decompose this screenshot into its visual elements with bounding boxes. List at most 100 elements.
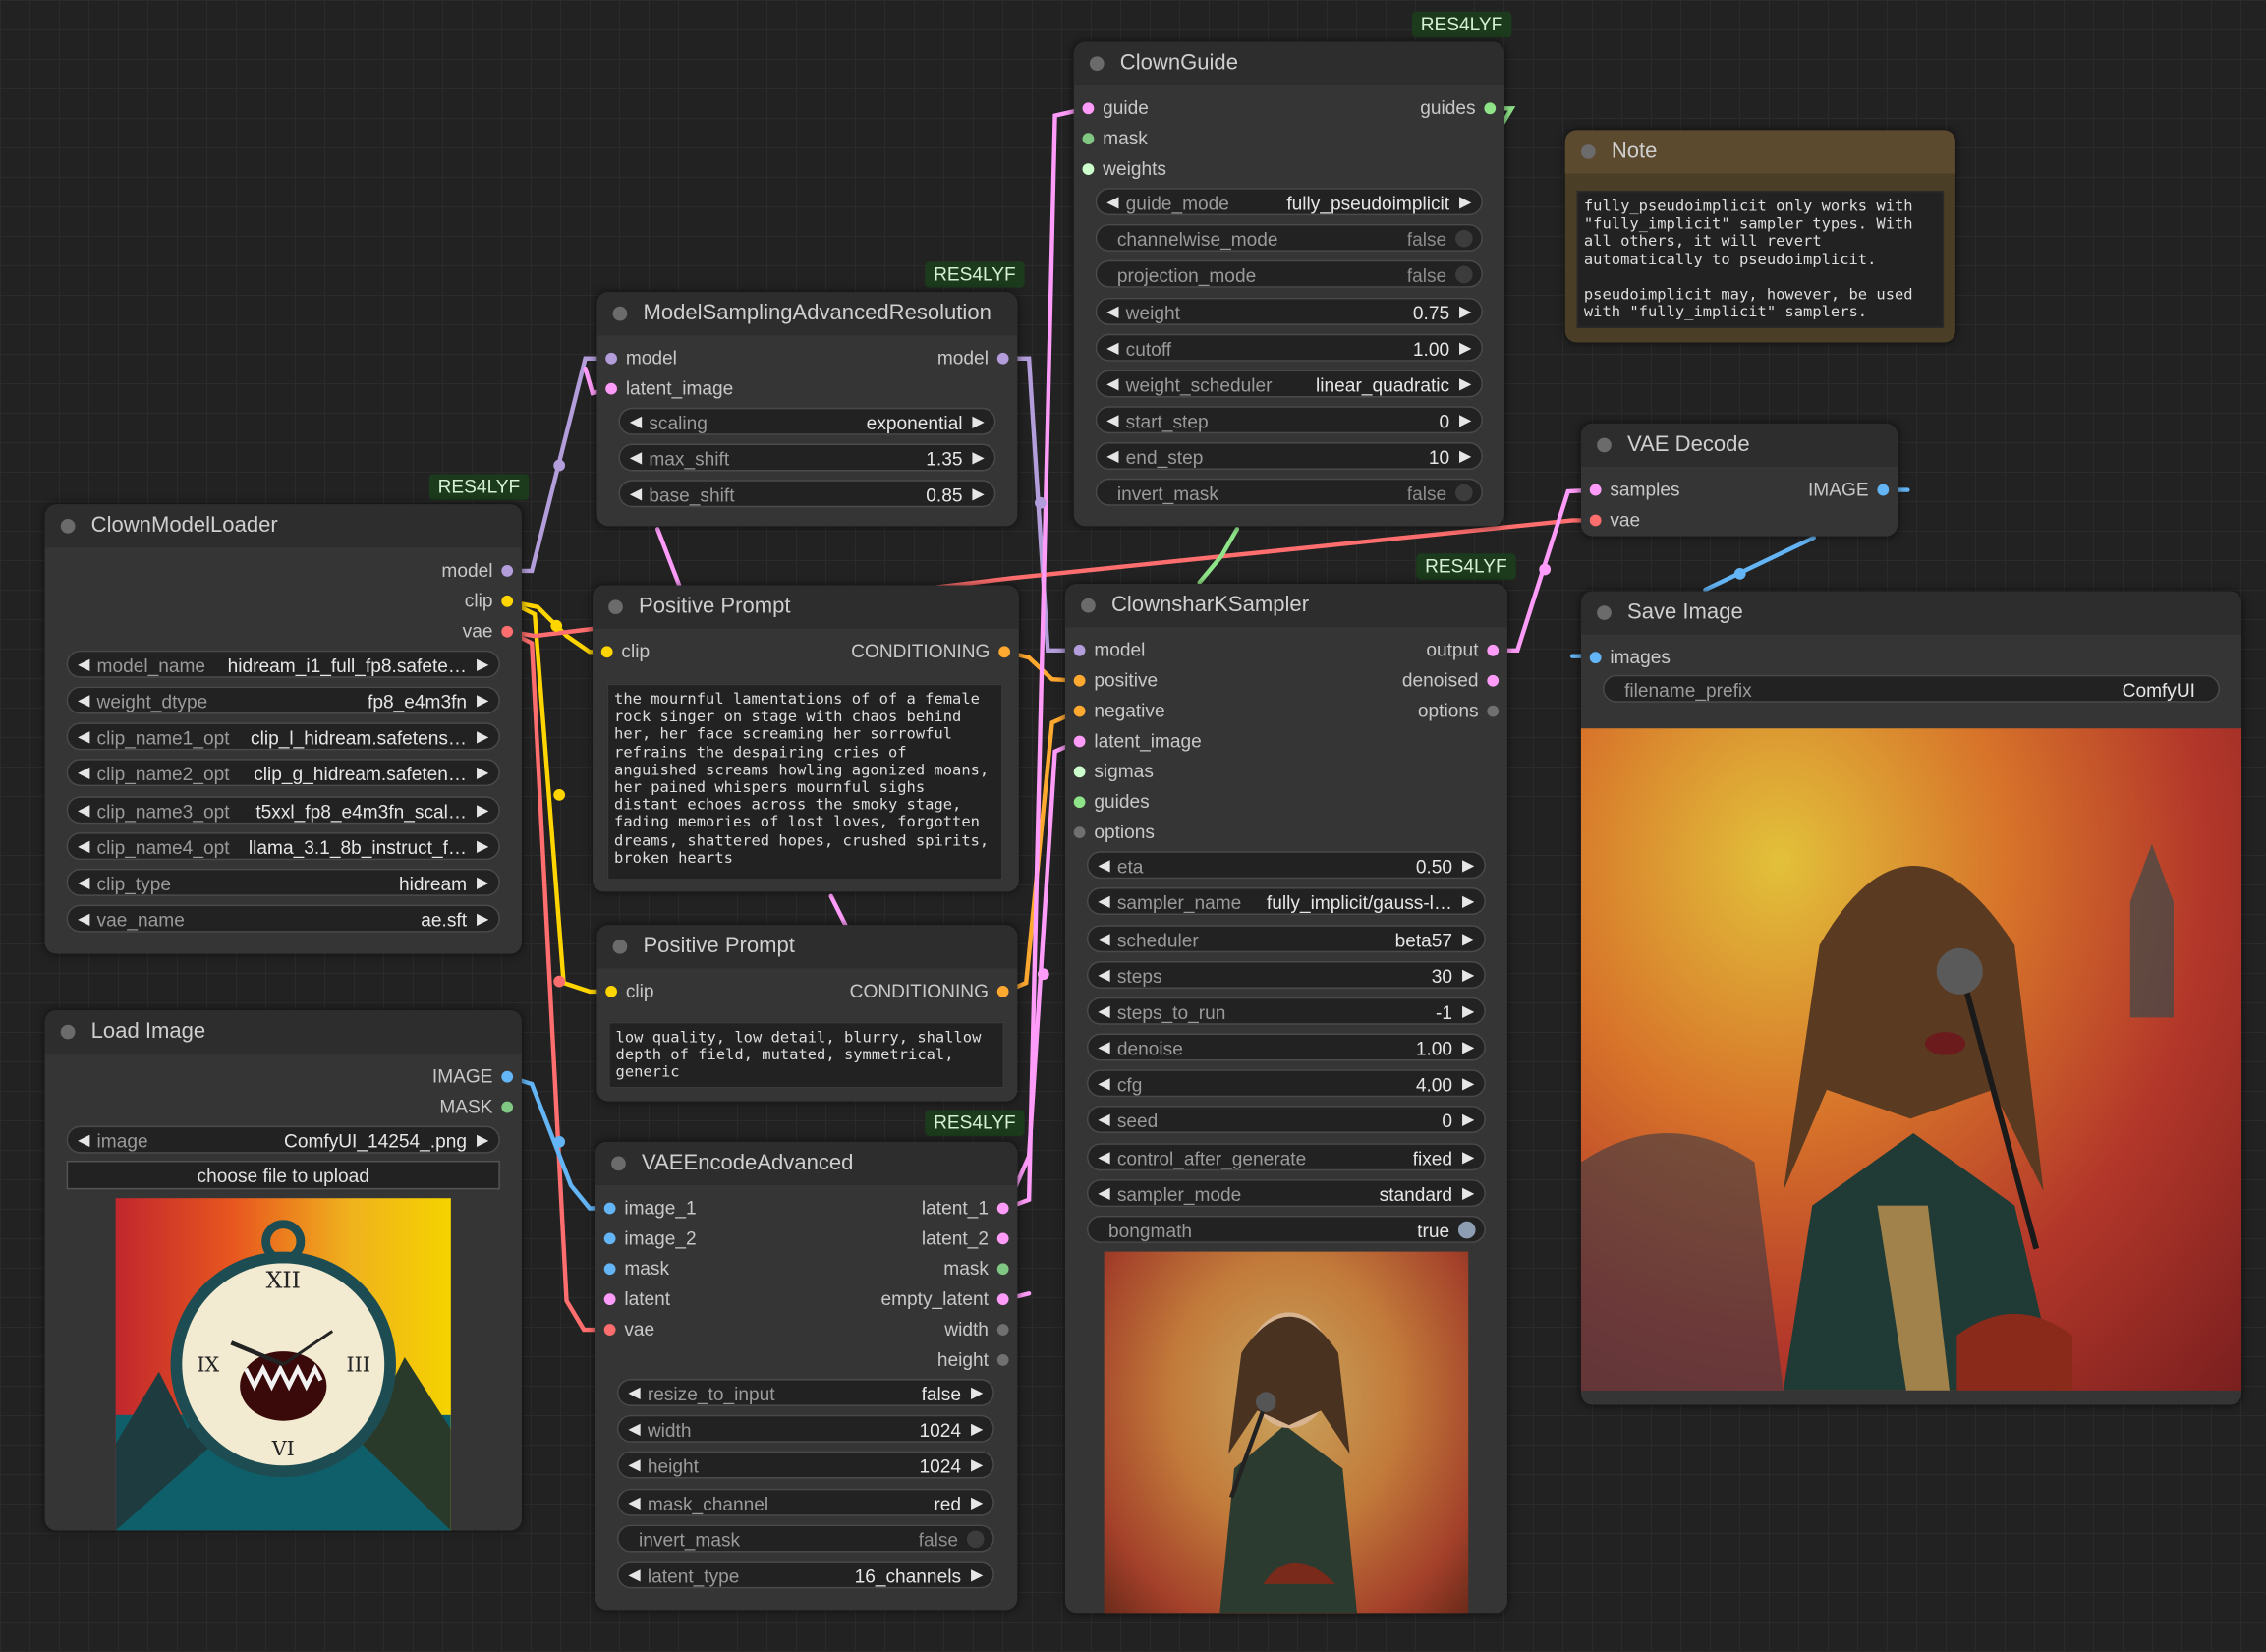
widget-cutoff[interactable]: ◀ cutoff 1.00 ▶ [1095,333,1483,363]
increment-arrow[interactable]: ▶ [967,1453,988,1480]
slot-dot[interactable] [996,1202,1009,1215]
decrement-arrow[interactable]: ◀ [1094,962,1114,990]
output-model[interactable]: model [937,345,1018,370]
widget-sampler-name[interactable]: ◀ sampler_name fully_implicit/gauss-l… ▶ [1086,887,1486,916]
input-clip[interactable]: clip [596,979,654,1004]
widget-clip-name3[interactable]: ◀ clip_name3_opt t5xxl_fp8_e4m3fn_scal… ▶ [66,796,500,826]
input-images[interactable]: images [1581,645,1671,670]
input-image-1[interactable]: image_1 [595,1195,697,1221]
decrement-arrow[interactable]: ◀ [74,870,94,897]
slot-dot[interactable] [1589,652,1602,664]
decrement-arrow[interactable]: ◀ [74,798,94,826]
decrement-arrow[interactable]: ◀ [1103,299,1123,326]
input-negative[interactable]: negative [1065,698,1165,723]
increment-arrow[interactable]: ▶ [473,688,493,715]
toggle-knob[interactable] [1454,484,1473,502]
collapse-dot[interactable] [1081,598,1096,613]
widget-mask-channel[interactable]: ◀ mask_channel red ▶ [616,1488,994,1516]
prompt-textarea[interactable]: the mournful lamentations of of a female… [606,683,1003,881]
slot-dot[interactable] [603,1293,616,1306]
input-image-2[interactable]: image_2 [595,1225,697,1251]
increment-arrow[interactable]: ▶ [473,906,493,934]
input-mask[interactable]: mask [1074,126,1148,151]
output-image[interactable]: IMAGE [1808,477,1898,502]
decrement-arrow[interactable]: ◀ [624,1416,645,1444]
increment-arrow[interactable]: ▶ [968,445,989,473]
widget-control-after-generate[interactable]: ◀ control_after_generate fixed ▶ [1086,1143,1486,1171]
clownshark-sampler-node[interactable]: ClownsharKSampler model positive negativ… [1064,584,1507,1614]
decrement-arrow[interactable]: ◀ [74,688,94,715]
decrement-arrow[interactable]: ◀ [74,761,94,788]
decrement-arrow[interactable]: ◀ [1094,1035,1114,1062]
decrement-arrow[interactable]: ◀ [1094,998,1114,1026]
input-clip[interactable]: clip [593,639,650,664]
widget-weight[interactable]: ◀ weight 0.75 ▶ [1095,297,1483,326]
input-weights[interactable]: weights [1074,156,1166,182]
widget-seed[interactable]: ◀ seed 0 ▶ [1086,1106,1486,1134]
slot-dot[interactable] [1073,735,1086,748]
collapse-dot[interactable] [1089,56,1105,72]
widget-scheduler[interactable]: ◀ scheduler beta57 ▶ [1086,925,1486,954]
collapse-dot[interactable] [608,599,623,615]
increment-arrow[interactable]: ▶ [967,1381,988,1408]
widget-cfg[interactable]: ◀ cfg 4.00 ▶ [1086,1069,1486,1099]
slot-dot[interactable] [996,352,1009,365]
slot-dot[interactable] [1073,674,1086,687]
increment-arrow[interactable]: ▶ [473,798,493,826]
increment-arrow[interactable]: ▶ [473,1127,493,1155]
widget-weight-dtype[interactable]: ◀ weight_dtype fp8_e4m3fn ▶ [66,686,500,715]
collapse-dot[interactable] [60,518,76,534]
widget-scaling[interactable]: ◀ scaling exponential ▶ [618,407,996,436]
toggle-invert-mask[interactable]: invert_mask false [1095,478,1483,506]
toggle-knob[interactable] [1454,229,1473,248]
increment-arrow[interactable]: ▶ [967,1563,988,1590]
increment-arrow[interactable]: ▶ [1458,1181,1479,1209]
input-latent-image[interactable]: latent_image [596,375,733,401]
negative-prompt-node[interactable]: Positive Prompt clip CONDITIONING low qu… [596,925,1018,1102]
increment-arrow[interactable]: ▶ [1455,335,1476,363]
decrement-arrow[interactable]: ◀ [626,409,647,436]
slot-dot[interactable] [1487,644,1500,656]
slot-dot[interactable] [501,1070,514,1083]
decrement-arrow[interactable]: ◀ [74,1127,94,1155]
decrement-arrow[interactable]: ◀ [1094,927,1114,954]
increment-arrow[interactable]: ▶ [968,409,989,436]
output-output[interactable]: output [1426,638,1507,663]
increment-arrow[interactable]: ▶ [1458,998,1479,1026]
input-latent[interactable]: latent [595,1286,670,1312]
widget-vae-name[interactable]: ◀ vae_name ae.sft ▶ [66,904,500,934]
widget-clip-name2[interactable]: ◀ clip_name2_opt clip_g_hidream.safeten… ▶ [66,759,500,788]
decrement-arrow[interactable]: ◀ [1094,1071,1114,1099]
toggle-knob[interactable] [966,1530,985,1549]
decrement-arrow[interactable]: ◀ [626,482,647,509]
collapse-dot[interactable] [612,306,628,321]
slot-dot[interactable] [1073,766,1086,778]
widget-resize-to-input[interactable]: ◀ resize_to_input false ▶ [616,1379,994,1408]
slot-dot[interactable] [1073,796,1086,809]
slot-dot[interactable] [605,986,617,997]
output-image[interactable]: IMAGE [432,1063,522,1089]
increment-arrow[interactable]: ▶ [1458,1071,1479,1099]
increment-arrow[interactable]: ▶ [1458,888,1479,916]
decrement-arrow[interactable]: ◀ [1103,408,1123,435]
model-sampling-node[interactable]: ModelSamplingAdvancedResolution model la… [596,292,1018,527]
widget-max-shift[interactable]: ◀ max_shift 1.35 ▶ [618,443,996,473]
output-height[interactable]: height [937,1347,1018,1373]
widget-base-shift[interactable]: ◀ base_shift 0.85 ▶ [618,480,996,509]
node-title-bar[interactable]: Load Image [44,1010,522,1054]
node-title-bar[interactable]: Note [1564,130,1955,174]
output-mask[interactable]: MASK [439,1094,522,1119]
decrement-arrow[interactable]: ◀ [1103,190,1123,217]
decrement-arrow[interactable]: ◀ [624,1453,645,1480]
input-sigmas[interactable]: sigmas [1065,759,1154,784]
increment-arrow[interactable]: ▶ [1455,299,1476,326]
save-image-node[interactable]: Save Image images filename_prefix ComfyUI [1580,591,2242,1405]
slot-dot[interactable] [501,625,514,638]
output-empty-latent[interactable]: empty_latent [880,1286,1017,1312]
widget-eta[interactable]: ◀ eta 0.50 ▶ [1086,851,1486,880]
vae-decode-node[interactable]: VAE Decode samples vae IMAGE [1580,423,1898,537]
slot-dot[interactable] [603,1324,616,1336]
output-vae[interactable]: vae [463,618,522,644]
output-latent-2[interactable]: latent_2 [922,1225,1017,1251]
toggle-knob[interactable] [1454,265,1473,284]
